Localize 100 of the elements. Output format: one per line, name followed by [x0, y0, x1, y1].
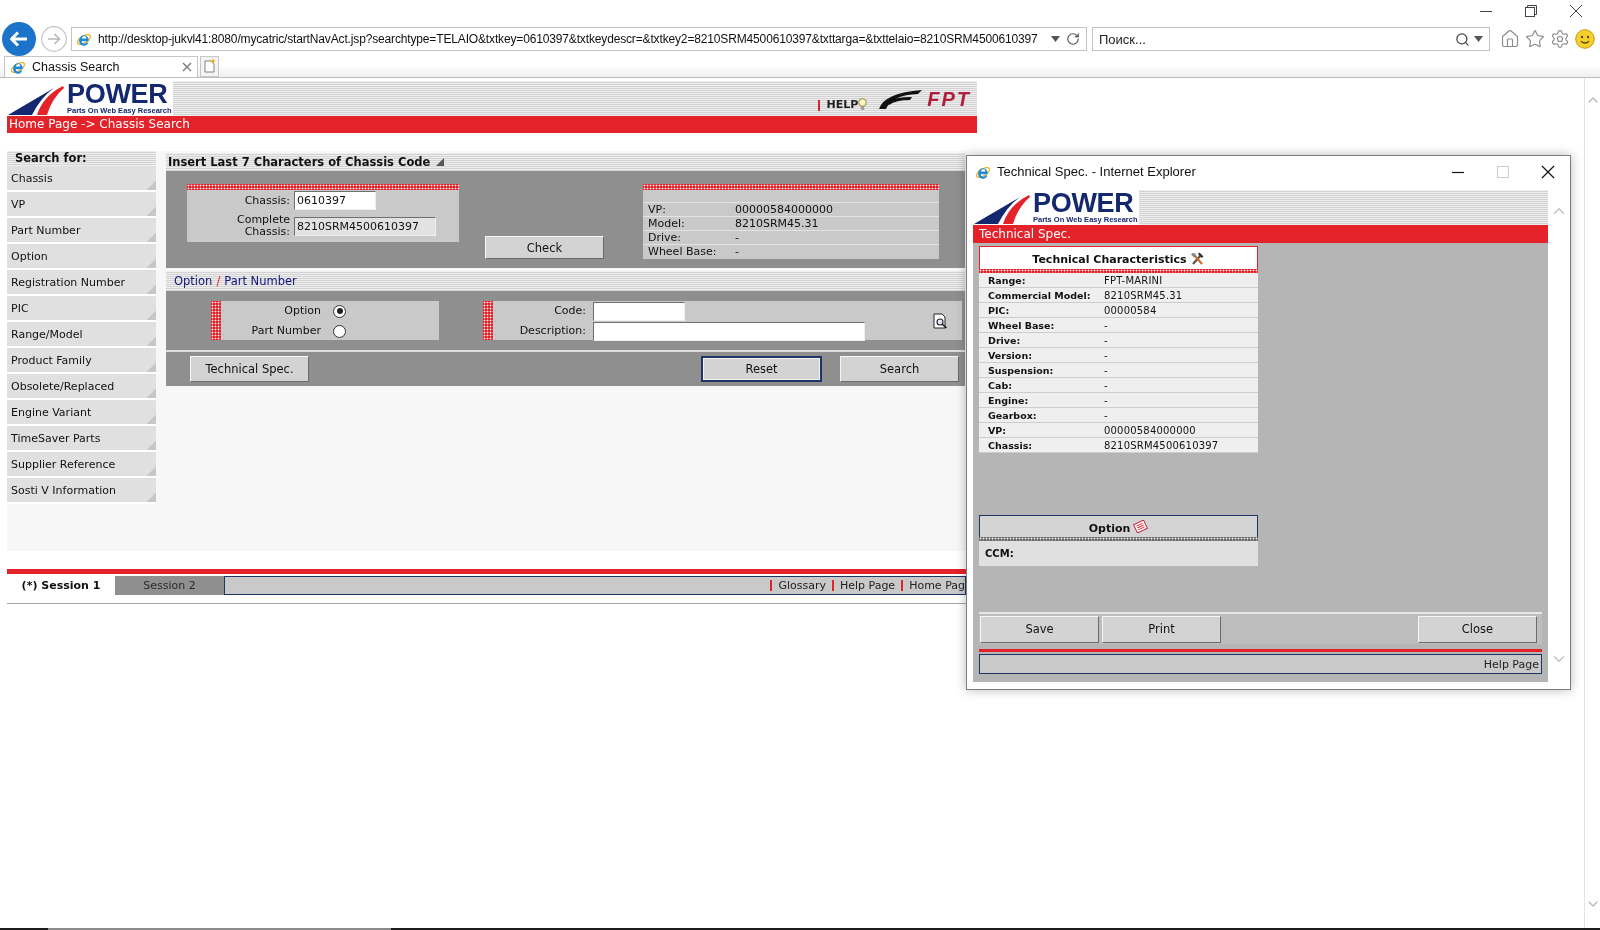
radio-label: Part Number	[251, 325, 321, 337]
spec-label: Gearbox:	[988, 409, 1038, 421]
spec-label: Suspension:	[988, 364, 1055, 376]
spec-value: -	[1104, 319, 1109, 331]
action-button[interactable]: Save	[980, 615, 1099, 643]
help-link[interactable]: Help Page	[1483, 657, 1539, 671]
spec-label: Range:	[988, 274, 1027, 286]
spec-value: 00000584	[1104, 304, 1158, 316]
description-field[interactable]	[593, 321, 865, 341]
sidebar-item[interactable]: Chassis	[7, 166, 156, 192]
corner-triangle-icon	[436, 158, 445, 166]
spec-label: Drive:	[988, 334, 1022, 346]
logo-wordmark: POWER	[1033, 192, 1134, 215]
sidebar-item[interactable]: Obsolete/Replaced	[7, 374, 156, 400]
section-title-link[interactable]: Option	[174, 274, 213, 288]
spec-value: -	[1104, 379, 1109, 391]
smiley-icon[interactable]	[1575, 29, 1595, 49]
star-icon[interactable]	[1525, 29, 1545, 49]
sidebar-title: Search for:	[7, 151, 156, 166]
caret-icon[interactable]	[1051, 36, 1060, 42]
spec-label: VP:	[988, 424, 1008, 436]
sidebar-item[interactable]: Engine Variant	[7, 400, 156, 426]
notepad-icon	[1133, 520, 1149, 533]
info-label: Wheel Base:	[648, 245, 718, 258]
logo-swoosh-icon	[8, 85, 64, 115]
settings-icon[interactable]	[1550, 29, 1570, 49]
tools-icon	[1189, 250, 1205, 266]
sidebar-item[interactable]: Part Number	[7, 218, 156, 244]
browser-logo-icon	[76, 31, 92, 47]
spec-label: CCM:	[985, 548, 1014, 559]
title-separator: /	[216, 274, 221, 288]
action-button[interactable]: Technical Spec.	[190, 356, 309, 382]
browser-logo-icon	[10, 59, 26, 75]
sidebar-item[interactable]: Product Family	[7, 348, 156, 374]
spec-title: Technical Characteristics	[1032, 253, 1187, 266]
sidebar-item[interactable]: TimeSaver Parts	[7, 426, 156, 452]
sidebar-item[interactable]: Registration Number	[7, 270, 156, 296]
spec-label: Commercial Model:	[988, 289, 1092, 301]
action-button[interactable]: Search	[840, 356, 959, 382]
sidebar-item[interactable]: Sosti V Information	[7, 478, 156, 504]
info-value: -	[735, 245, 740, 258]
logo-wordmark: POWER	[67, 83, 168, 106]
field-label: Complete Chassis:	[236, 214, 290, 238]
action-button[interactable]: Reset	[701, 356, 822, 382]
info-value: 8210SRM45.31	[735, 217, 820, 230]
info-value: -	[735, 231, 740, 244]
info-label: Model:	[648, 217, 686, 230]
spec-value: -	[1104, 364, 1109, 376]
logo-swoosh-icon	[974, 194, 1030, 224]
field-label: Description:	[519, 325, 586, 337]
browser-tab[interactable]: Chassis Search	[4, 56, 198, 77]
dotted-strip	[483, 301, 493, 340]
chassis-field[interactable]: 0610397	[294, 191, 376, 210]
logo-wordmark: FPT	[927, 89, 971, 109]
footer-link[interactable]: Home Pag	[909, 579, 965, 592]
panel-title: Insert Last 7 Characters of Chassis Code	[168, 155, 431, 169]
restore-icon[interactable]	[1524, 5, 1537, 17]
option-title: Option	[1088, 521, 1131, 535]
sidebar-item[interactable]: PIC	[7, 296, 156, 322]
check-button[interactable]: Check	[485, 236, 604, 259]
session-tab[interactable]: Session 2	[115, 576, 224, 595]
spec-value: FPT-MARINI	[1104, 274, 1164, 286]
action-button[interactable]: Print	[1102, 615, 1221, 643]
spec-value: -	[1104, 394, 1109, 406]
search-field[interactable]: Поиск...	[1099, 31, 1451, 47]
spec-value: -	[1104, 334, 1109, 346]
spec-value: -	[1104, 349, 1109, 361]
spec-label: Chassis:	[988, 439, 1034, 451]
code-field[interactable]	[593, 301, 685, 321]
spec-label: Cab:	[988, 379, 1013, 391]
close-icon[interactable]	[1569, 5, 1582, 17]
section-title-link[interactable]: Part Number	[224, 274, 297, 288]
sidebar-item[interactable]: VP	[7, 192, 156, 218]
footer-link[interactable]: Help Page	[839, 579, 896, 592]
lightbulb-icon	[858, 98, 868, 111]
document-search-icon[interactable]	[933, 312, 948, 329]
dotted-strip	[211, 301, 221, 340]
search-icon[interactable]	[1455, 31, 1470, 47]
info-label: VP:	[648, 203, 667, 216]
spec-label: Engine:	[988, 394, 1030, 406]
field-label: Chassis:	[244, 194, 290, 207]
sidebar-item[interactable]: Range/Model	[7, 322, 156, 348]
info-value: 00000584000000	[735, 203, 834, 216]
spec-value: 8210SRM45.31	[1104, 289, 1184, 301]
sidebar-item[interactable]: Option	[7, 244, 156, 270]
action-button[interactable]: Close	[1418, 615, 1537, 643]
radio-button[interactable]	[333, 304, 346, 318]
complete-chassis-field[interactable]: 8210SRM4500610397	[294, 216, 436, 236]
caret-icon[interactable]	[1474, 36, 1483, 42]
address-field[interactable]: http://desktop-jukvl41:8080/mycatric/startNavAct.jsp?searchtype=TELAIO&txtkey=0610397&txtkeydescr=&txtkey2=8210SRM4500610397&txttarga=&txttelaio=8210SRM4500610397	[71, 27, 1087, 51]
footer-link[interactable]: Glossary	[778, 579, 826, 592]
home-icon[interactable]	[1500, 29, 1520, 49]
help-link[interactable]: HELP	[826, 99, 859, 111]
close-icon[interactable]	[1540, 164, 1555, 179]
sidebar-item[interactable]: Supplier Reference	[7, 452, 156, 478]
radio-button[interactable]	[333, 324, 346, 338]
search-box[interactable]: Поиск...	[1092, 27, 1490, 51]
back-icon[interactable]	[2, 22, 36, 56]
refresh-icon[interactable]	[1066, 32, 1080, 46]
spec-label: Version:	[988, 349, 1033, 361]
